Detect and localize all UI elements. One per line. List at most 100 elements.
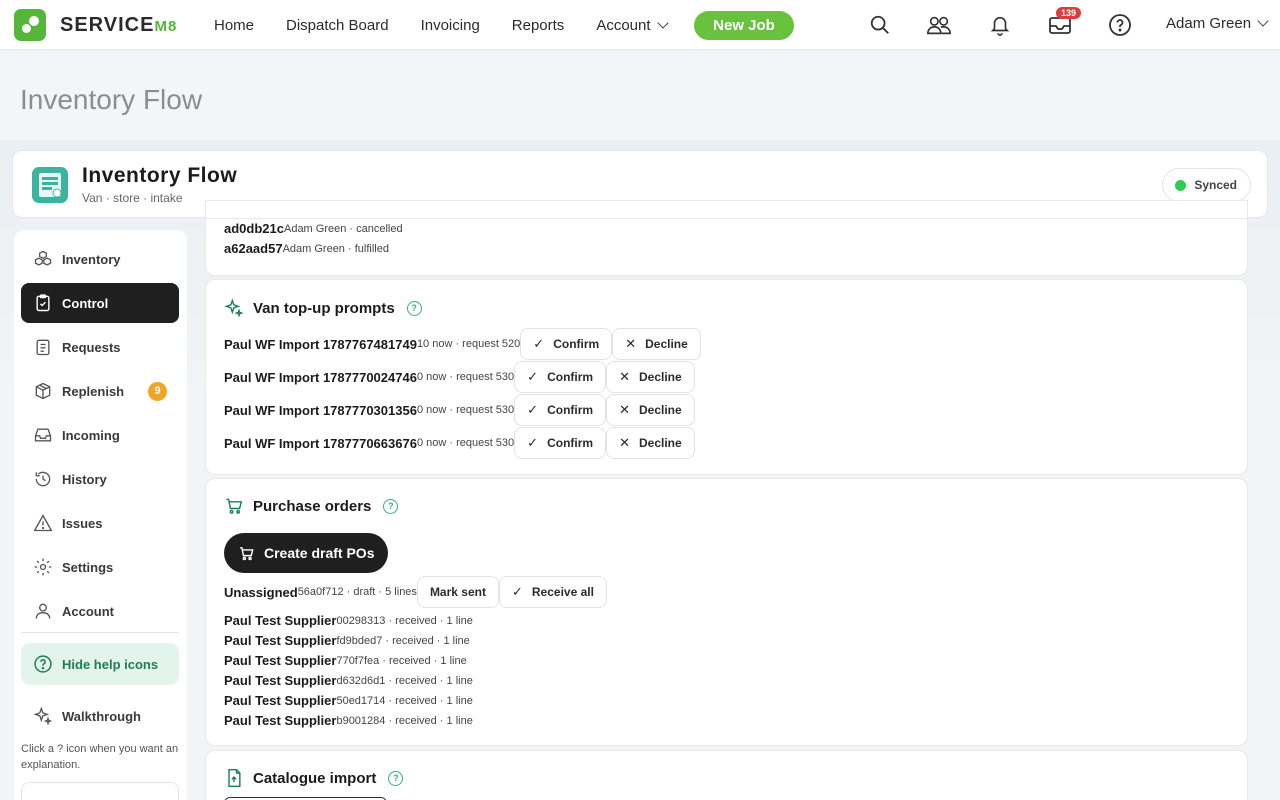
confirm-button[interactable]: ✓ Confirm [514,394,607,426]
sparkle-icon [33,706,53,726]
replenish-count-badge: 9 [148,381,167,401]
sidebar: Inventory Control Requests Replenish 9 I… [14,230,187,800]
check-icon: ✓ [527,402,539,417]
sync-dot-icon [1175,179,1187,191]
po-supplier: Paul Test Supplier [224,693,337,708]
check-icon: ✓ [527,435,539,450]
nav-dispatch-board[interactable]: Dispatch Board [286,17,389,34]
po-meta: b9001284 · received · 1 line [336,714,473,727]
topup-item-meta: 0 now · request 530 [416,371,515,383]
sidebar-item-settings[interactable]: Settings [21,547,179,587]
order-row: a62aad57 Adam Green · fulfilled [224,241,389,256]
nav-home[interactable]: Home [214,17,254,34]
topup-row: Paul WF Import 1787767481749 10 now · re… [224,328,701,360]
po-meta: 770f7fea · received · 1 line [336,654,467,667]
inbox-icon [34,428,52,442]
sidebar-item-label: Replenish [62,383,125,399]
order-id: ad0db21c [224,221,284,236]
close-icon: ✕ [619,402,630,417]
help-hint-text: Click a ? icon when you want an explanat… [21,743,179,771]
hide-help-icons-label: Hide help icons [62,656,159,672]
sidebar-item-control[interactable]: Control [21,283,179,323]
van-topup-title-text: Van top-up prompts [253,299,395,317]
nav-reports[interactable]: Reports [512,17,565,34]
sidebar-item-issues[interactable]: Issues [21,503,179,543]
po-meta: 00298313 · received · 1 line [336,614,473,627]
help-icon[interactable] [1107,12,1133,38]
question-icon[interactable]: ? [383,498,399,514]
bell-icon[interactable] [987,12,1013,38]
sidebar-item-label: Inventory [62,251,121,267]
file-upload-icon [228,768,241,788]
topup-item-meta: 0 now · request 530 [416,437,515,449]
topup-row: Paul WF Import 1787770301356 0 now · req… [224,394,695,426]
po-supplier: Paul Test Supplier [224,613,337,628]
servicem8-logo[interactable]: SERVICEM8 [14,9,177,41]
receive-all-button[interactable]: ✓ Receive all [498,576,607,608]
sidebar-item-requests[interactable]: Requests [21,327,179,367]
confirm-label: Confirm [547,403,594,417]
topup-item-name: Paul WF Import 1787767481749 [224,336,417,352]
sidebar-footer-item[interactable] [21,782,179,800]
new-job-button[interactable]: New Job [694,11,794,40]
check-icon: ✓ [527,369,539,384]
decline-label: Decline [638,370,682,384]
sidebar-item-label: History [62,471,107,487]
hide-help-icons-button[interactable]: Hide help icons [21,643,179,685]
confirm-label: Confirm [547,370,594,384]
decline-label: Decline [645,337,688,351]
receive-all-label: Receive all [531,585,594,599]
package-icon [35,382,51,400]
po-meta: 56a0f712 · draft · 5 lines [297,586,417,598]
nav-invoicing[interactable]: Invoicing [421,17,480,34]
gear-icon [34,558,52,576]
sidebar-item-label: Settings [62,559,114,575]
user-name: Adam Green [1166,15,1252,32]
sidebar-item-incoming[interactable]: Incoming [21,415,179,455]
chevron-down-icon [656,16,669,29]
sidebar-item-label: Requests [62,339,121,355]
decline-label: Decline [638,403,682,417]
brand-name: SERVICEM8 [60,13,178,36]
users-icon[interactable] [926,12,952,38]
sidebar-item-account[interactable]: Account [21,591,179,631]
van-topup-card: Van top-up prompts ? Paul WF Import 1787… [205,279,1248,475]
close-icon: ✕ [619,435,630,450]
user-menu[interactable]: Adam Green [1166,15,1269,32]
create-draft-pos-button[interactable]: Create draft POs [224,533,389,573]
sidebar-item-inventory[interactable]: Inventory [21,239,179,279]
sidebar-item-history[interactable]: History [21,459,179,499]
nav-account-label: Account [596,16,651,34]
question-icon[interactable]: ? [388,770,404,786]
po-meta: fd9bded7 · received · 1 line [336,634,470,647]
po-row: Paul Test Supplier fd9bded7 · received ·… [224,633,470,648]
sync-status-label: Synced [1194,178,1237,192]
decline-button[interactable]: ✕ Decline [612,328,701,360]
mark-sent-button[interactable]: Mark sent [416,576,499,608]
decline-button[interactable]: ✕ Decline [606,361,695,393]
topup-item-meta: 0 now · request 530 [416,404,515,416]
question-icon[interactable]: ? [406,300,422,316]
confirm-button[interactable]: ✓ Confirm [514,361,607,393]
order-meta: Adam Green · cancelled [283,222,403,235]
app-subtitle: Van · store · intake [82,191,183,205]
walkthrough-button[interactable]: Walkthrough [21,696,179,736]
decline-button[interactable]: ✕ Decline [606,394,695,426]
nav-account[interactable]: Account [596,16,669,34]
topup-item-name: Paul WF Import 1787770301356 [224,402,417,418]
confirm-button[interactable]: ✓ Confirm [520,328,613,360]
search-icon[interactable] [867,12,893,38]
confirm-button[interactable]: ✓ Confirm [514,427,607,459]
po-row: Unassigned 56a0f712 · draft · 5 lines Ma… [224,576,607,608]
sparkle-icon [224,298,244,318]
order-meta: Adam Green · fulfilled [282,242,389,255]
chevron-down-icon [1257,15,1269,27]
walkthrough-label: Walkthrough [62,708,141,724]
decline-label: Decline [638,436,682,450]
order-row: ad0db21c Adam Green · cancelled [224,221,403,236]
decline-button[interactable]: ✕ Decline [606,427,695,459]
po-row: Paul Test Supplier d632d6d1 · received ·… [224,673,473,688]
warning-icon [33,514,53,532]
sidebar-item-replenish[interactable]: Replenish 9 [21,371,179,411]
topup-row: Paul WF Import 1787770663676 0 now · req… [224,427,695,459]
